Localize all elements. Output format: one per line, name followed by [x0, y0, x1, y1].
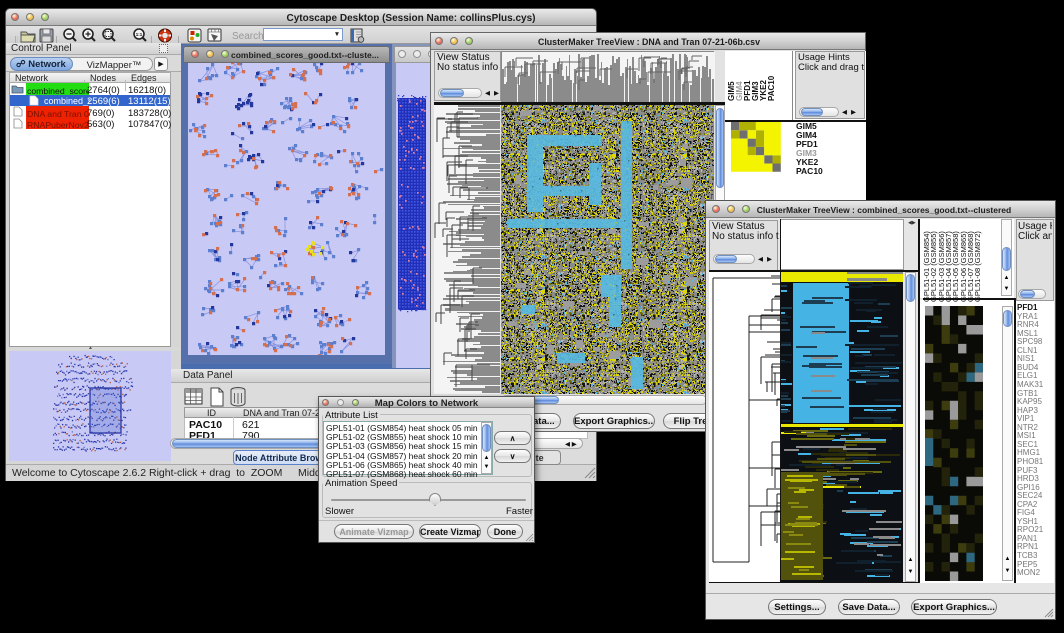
- svg-text:1:1: 1:1: [136, 32, 143, 37]
